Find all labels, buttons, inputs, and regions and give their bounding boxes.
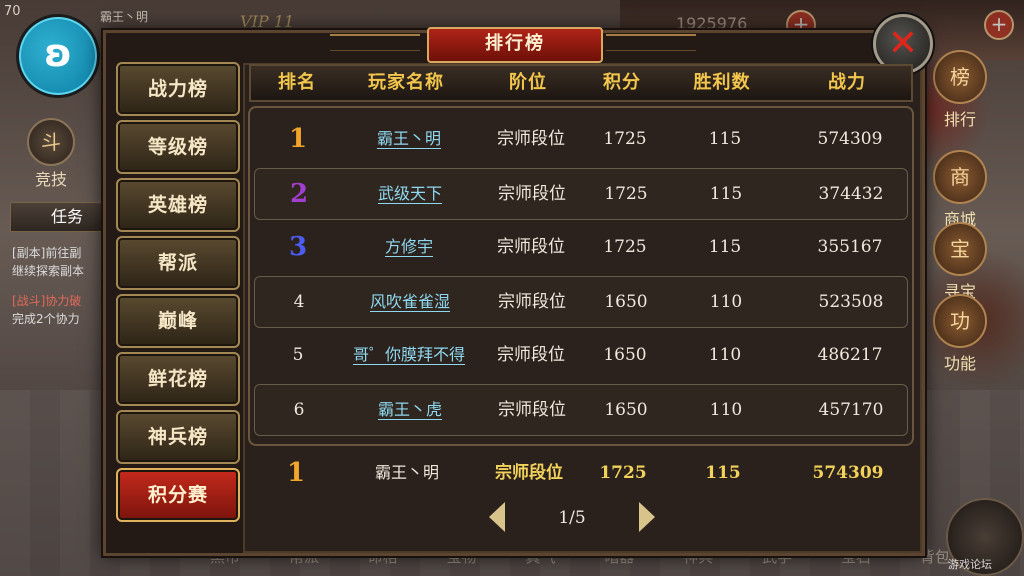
power-cell: 374432 [818, 184, 884, 204]
tab-flower[interactable]: 鲜花榜 [116, 352, 240, 406]
watermark: 游戏论坛 [948, 558, 992, 571]
tab-peak[interactable]: 巅峰 [116, 294, 240, 348]
functions-button[interactable]: 功 功能 [928, 294, 992, 374]
table-row[interactable]: 4 风吹雀雀湿 宗师段位 1650 110 523508 [254, 276, 908, 328]
player-level: 70 [4, 4, 21, 19]
score-cell: 1650 [604, 400, 648, 420]
wins-cell: 115 [709, 184, 743, 204]
arena-button[interactable]: 斗 竞技 [22, 118, 80, 190]
score-cell: 1725 [603, 237, 647, 257]
table-row[interactable]: 5 哥゜你膜拜不得 宗师段位 1650 110 486217 [254, 330, 906, 380]
arena-label: 竞技 [34, 170, 67, 189]
header-rank: 排名 [278, 72, 316, 93]
player-avatar[interactable]: ʚ [16, 14, 100, 98]
header-score: 积分 [603, 72, 641, 93]
close-icon: ✕ [887, 23, 919, 64]
score-cell: 1650 [604, 292, 648, 312]
task-line: [副本]前往副 [12, 246, 82, 260]
leaderboard-icon: 榜 [933, 50, 987, 104]
score-cell: 1725 [603, 129, 647, 149]
my-rank: 1 [286, 458, 306, 488]
task-line: [战斗]协力破 [12, 294, 82, 308]
my-wins: 115 [705, 463, 741, 483]
header-power: 战力 [828, 72, 866, 93]
score-cell: 1725 [604, 184, 648, 204]
power-cell: 574309 [817, 129, 883, 149]
header-wins: 胜利数 [693, 72, 751, 93]
tab-guild[interactable]: 帮派 [116, 236, 240, 290]
power-cell: 486217 [817, 345, 883, 365]
player-name-link[interactable]: 霸王丶虎 [378, 400, 442, 419]
tier-cell: 宗师段位 [497, 129, 565, 149]
tier-cell: 宗师段位 [498, 184, 566, 204]
player-name-link[interactable]: 武级天下 [378, 184, 442, 203]
player-name-link[interactable]: 方修宇 [385, 237, 433, 256]
player-name: 霸王丶明 [100, 10, 149, 24]
table-row[interactable]: 6 霸王丶虎 宗师段位 1650 110 457170 [254, 384, 908, 436]
rank-cell: 5 [292, 345, 304, 365]
my-name: 霸王丶明 [374, 463, 439, 482]
my-tier: 宗师段位 [495, 463, 563, 483]
shop-button[interactable]: 商 商城 [928, 150, 992, 230]
score-cell: 1650 [603, 345, 647, 365]
leaderboard-shortcut-label: 排行 [943, 110, 976, 129]
my-ranking-row: 1 霸王丶明 宗师段位 1725 115 574309 [252, 448, 904, 498]
ranking-list[interactable]: 1 霸王丶明 宗师段位 1725 115 574309 2 武级天下 宗师段位 … [248, 106, 914, 446]
header-tier: 阶位 [509, 72, 547, 93]
rank-cell: 6 [293, 400, 305, 420]
tab-hero[interactable]: 英雄榜 [116, 178, 240, 232]
rank-cell: 2 [289, 179, 309, 209]
vip-level: VIP 11 [240, 12, 295, 31]
power-cell: 355167 [817, 237, 883, 257]
tab-power[interactable]: 战力榜 [116, 62, 240, 116]
tier-cell: 宗师段位 [498, 400, 566, 420]
next-page-button[interactable] [639, 502, 655, 532]
player-name-link[interactable]: 哥゜你膜拜不得 [353, 345, 465, 364]
player-name-link[interactable]: 霸王丶明 [377, 129, 441, 148]
functions-label: 功能 [943, 354, 976, 373]
my-score: 1725 [599, 463, 647, 483]
tab-level[interactable]: 等级榜 [116, 120, 240, 174]
tab-divine-weapon[interactable]: 神兵榜 [116, 410, 240, 464]
rank-cell: 3 [288, 232, 308, 262]
wins-cell: 115 [708, 129, 742, 149]
task-line: 继续探索副本 [12, 264, 85, 278]
header-player-name: 玩家名称 [368, 72, 444, 93]
prev-page-button[interactable] [489, 502, 505, 532]
leaderboard-shortcut-button[interactable]: 榜 排行 [928, 50, 992, 130]
power-cell: 457170 [818, 400, 884, 420]
wins-cell: 110 [709, 400, 743, 420]
tab-points-match[interactable]: 积分赛 [116, 468, 240, 522]
shop-icon: 商 [933, 150, 987, 204]
arena-icon: 斗 [27, 118, 75, 166]
page-indicator: 1/5 [558, 508, 586, 528]
table-header: 排名 玩家名称 阶位 积分 胜利数 战力 [249, 64, 913, 102]
power-cell: 523508 [818, 292, 884, 312]
table-row[interactable]: 2 武级天下 宗师段位 1725 115 374432 [254, 168, 908, 220]
task-tab[interactable]: 任务 [10, 202, 107, 232]
rank-cell: 4 [293, 292, 305, 312]
avatar-mascot-icon: ʚ [44, 31, 72, 75]
tier-cell: 宗师段位 [497, 345, 565, 365]
title-ornament-left [330, 34, 420, 51]
wins-cell: 115 [708, 237, 742, 257]
player-name-link[interactable]: 风吹雀雀湿 [370, 292, 450, 311]
dialog-title: 排行榜 [427, 27, 603, 63]
wins-cell: 110 [708, 345, 742, 365]
tier-cell: 宗师段位 [498, 292, 566, 312]
tier-cell: 宗师段位 [497, 237, 565, 257]
add-currency-button[interactable]: + [984, 10, 1014, 40]
functions-icon: 功 [933, 294, 987, 348]
treasure-icon: 宝 [933, 222, 987, 276]
pagination: 1/5 [485, 500, 665, 536]
treasure-button[interactable]: 宝 寻宝 [928, 222, 992, 302]
task-line: 完成2个协力 [12, 312, 80, 326]
table-row[interactable]: 3 方修宇 宗师段位 1725 115 355167 [254, 222, 906, 272]
wins-cell: 110 [709, 292, 743, 312]
rank-cell: 1 [288, 124, 308, 154]
title-ornament-right [606, 34, 696, 51]
my-power: 574309 [812, 463, 884, 483]
table-row[interactable]: 1 霸王丶明 宗师段位 1725 115 574309 [254, 114, 906, 164]
